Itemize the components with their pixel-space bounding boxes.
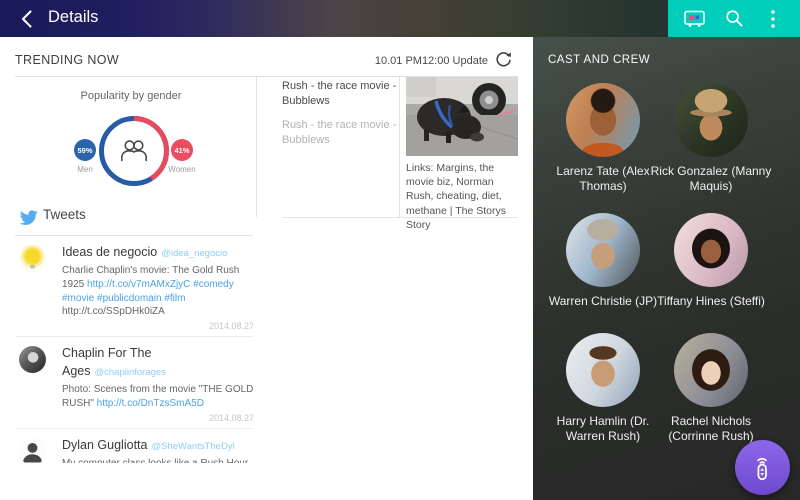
tweet-text: My computer class looks like a Rush Hour… xyxy=(62,458,248,463)
remote-fab-button[interactable] xyxy=(735,440,790,495)
overflow-menu-icon xyxy=(771,9,775,28)
silhouette-avatar xyxy=(19,437,46,463)
men-label: Men xyxy=(77,165,93,174)
tweet-handle[interactable]: @SheWantsTheDyl xyxy=(151,441,234,452)
search-icon xyxy=(725,10,743,27)
cast-photo-larenz xyxy=(566,83,640,157)
people-icon xyxy=(121,140,147,162)
tweet-link[interactable]: #publicdomain xyxy=(97,293,162,304)
overflow-menu-button[interactable] xyxy=(761,7,785,31)
article-title[interactable]: Rush - the race movie - Bubblews xyxy=(282,118,404,148)
tweet-date: 2014.08.27 xyxy=(208,321,253,332)
refresh-icon xyxy=(496,52,511,67)
update-timestamp: 10.01 PM12:00 Update xyxy=(374,55,488,67)
article-title[interactable]: Rush - the race movie - Bubblews xyxy=(282,79,404,109)
screen-share-icon xyxy=(684,10,705,27)
top-app-bar: Details xyxy=(0,0,800,37)
tweet-body: Charlie Chaplin's movie: The Gold Rush 1… xyxy=(62,264,253,319)
cast-name: Rick Gonzalez (Manny Maquis) xyxy=(650,164,772,193)
refresh-button[interactable] xyxy=(495,51,512,68)
tweets-section-title: Tweets xyxy=(43,207,86,222)
topbar-actions xyxy=(668,0,800,37)
cast-photo-rachel xyxy=(674,333,748,407)
women-label: Women xyxy=(168,165,196,174)
page-title: Details xyxy=(48,8,99,26)
tweet-link[interactable]: http://t.co/DnTzsSmA5D xyxy=(97,398,204,409)
men-percentage-badge: 59% xyxy=(74,139,96,161)
tweet-date: 2014.08.27 xyxy=(208,412,253,423)
pig-street-photo xyxy=(406,77,519,156)
gender-chart-title: Popularity by gender xyxy=(80,90,182,102)
bulb-avatar xyxy=(19,245,46,272)
tweet-link[interactable]: #film xyxy=(164,293,185,304)
remote-control-icon xyxy=(756,457,767,480)
twitter-bird-icon xyxy=(19,210,38,226)
cast-photo-tiffany xyxy=(674,213,748,287)
tweet-item[interactable]: Ideas de negocio @idea_negocio Charlie Cha… xyxy=(15,236,253,338)
tweet-text: http://t.co/SSpDHk0iZA xyxy=(62,306,165,318)
tweet-header: Chaplin For The Ages @chaplinforages xyxy=(62,344,253,380)
cast-member[interactable]: Rachel Nichols (Corrinne Rush) xyxy=(646,333,776,444)
cast-photo-harry xyxy=(566,333,640,407)
search-button[interactable] xyxy=(722,7,746,31)
article-title-list: Rush - the race movie - Bubblews Rush - t… xyxy=(282,79,404,156)
divider xyxy=(256,77,257,217)
section-title-trending: TRENDING NOW xyxy=(15,53,120,67)
chaplin-avatar xyxy=(19,346,46,374)
tweet-link[interactable]: #movie xyxy=(62,293,94,304)
women-percentage-badge: 41% xyxy=(171,139,193,161)
cast-photo-warren xyxy=(566,213,640,287)
gender-donut-chart xyxy=(97,114,171,193)
tweet-header: Ideas de negocio @idea_negocio xyxy=(62,243,253,261)
tweet-link[interactable]: #comedy xyxy=(193,279,234,290)
cast-member[interactable]: Rick Gonzalez (Manny Maquis) xyxy=(646,83,776,194)
cast-name: Tiffany Hines (Steffi) xyxy=(657,294,765,308)
screen-share-button[interactable] xyxy=(683,7,707,31)
cast-section-title: CAST AND CREW xyxy=(548,54,651,66)
tweets-list: Ideas de negocio @idea_negocio Charlie Cha… xyxy=(15,236,253,463)
cast-photo-rick xyxy=(674,83,748,157)
tweet-item[interactable]: Chaplin For The Ages @chaplinforages Photo… xyxy=(15,337,253,429)
tweet-author: Ideas de negocio xyxy=(62,245,158,259)
tweet-header: Dylan Gugliotta @SheWantsTheDyl xyxy=(62,436,253,454)
tweet-link[interactable]: http://t.co/v7mAMxZjyC xyxy=(87,279,190,290)
tweet-author: Dylan Gugliotta xyxy=(62,437,148,452)
tweet-handle[interactable]: @idea_negocio xyxy=(161,248,227,259)
back-button[interactable] xyxy=(16,7,40,31)
tweet-body: My computer class looks like a Rush Hour… xyxy=(62,457,253,463)
tweet-handle[interactable]: @chaplinforages xyxy=(95,367,166,378)
cast-panel: CAST AND CREW Larenz Tate (Alex Thomas) R… xyxy=(533,37,800,500)
back-chevron-icon xyxy=(21,10,32,28)
links-headline[interactable]: Links: Margins, the movie biz, Norman Ru… xyxy=(406,161,520,232)
tweet-body: Photo: Scenes from the movie "THE GOLD R… xyxy=(62,383,253,411)
story-thumbnail[interactable] xyxy=(406,77,519,156)
cast-member[interactable]: Tiffany Hines (Steffi) xyxy=(646,213,776,309)
tweet-item[interactable]: Dylan Gugliotta@SheWantsTheDyl My compute… xyxy=(15,429,253,463)
